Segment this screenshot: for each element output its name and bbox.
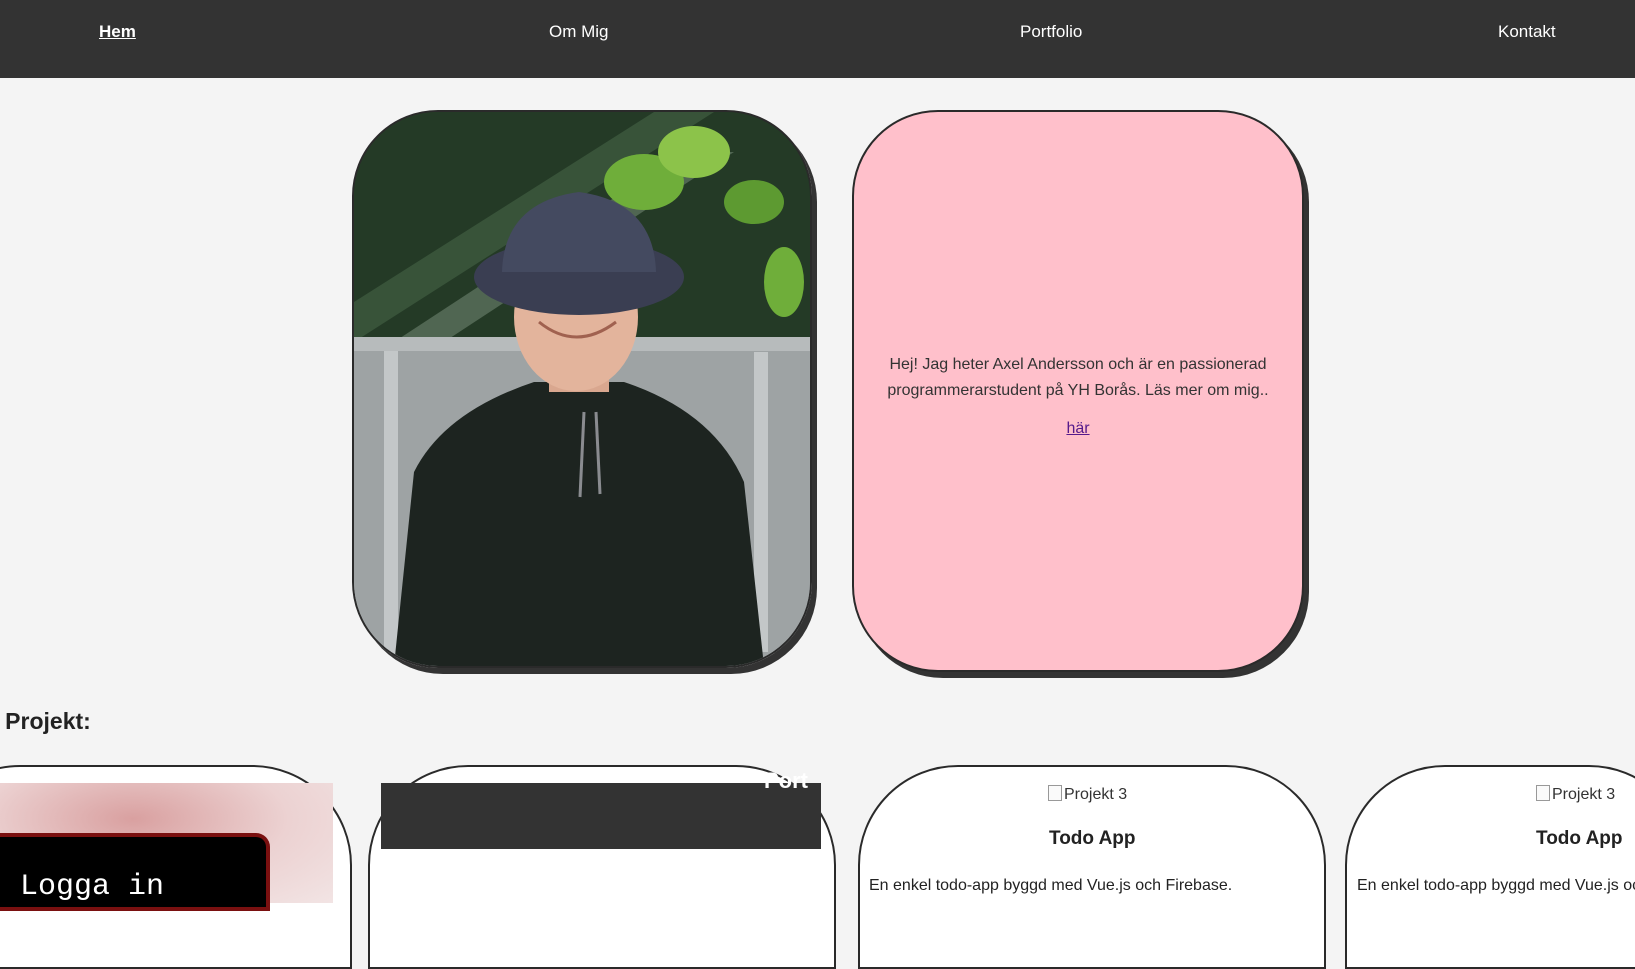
project-description: En enkel todo-app byggd med Vue.js och F… xyxy=(869,877,1233,894)
broken-image-icon xyxy=(1048,785,1062,801)
nav-link-contact[interactable]: Kontakt xyxy=(1498,22,1556,42)
project-image-broken: Projekt 3 xyxy=(1048,785,1127,804)
project-image-alt: Projekt 3 xyxy=(1552,786,1616,803)
project-image-alt: Projekt 3 xyxy=(1064,786,1128,803)
project-title: Todo App xyxy=(1049,828,1136,849)
project-image-broken: Projekt 3 xyxy=(1536,785,1615,804)
intro-card: Hej! Jag heter Axel Andersson och är en … xyxy=(852,110,1304,672)
login-thumbnail-text: Logga in xyxy=(20,870,165,904)
project-description: En enkel todo-app byggd med Vue.js oc xyxy=(1357,877,1635,894)
profile-photo xyxy=(352,110,812,668)
nav-link-portfolio[interactable]: Portfolio xyxy=(1020,22,1082,42)
top-navigation: Hem Om Mig Portfolio Kontakt xyxy=(0,0,1635,78)
project-thumbnail xyxy=(381,783,821,849)
portfolio-thumbnail-text: Port xyxy=(764,768,808,793)
project-title: Todo App xyxy=(1536,828,1623,849)
projects-section-title: a Projekt: xyxy=(0,708,91,734)
intro-text: Hej! Jag heter Axel Andersson och är en … xyxy=(887,356,1269,399)
broken-image-icon xyxy=(1536,785,1550,801)
read-more-link[interactable]: här xyxy=(854,420,1302,438)
nav-link-about[interactable]: Om Mig xyxy=(549,22,609,42)
nav-link-home[interactable]: Hem xyxy=(99,22,136,42)
profile-photo-illustration xyxy=(354,112,810,666)
